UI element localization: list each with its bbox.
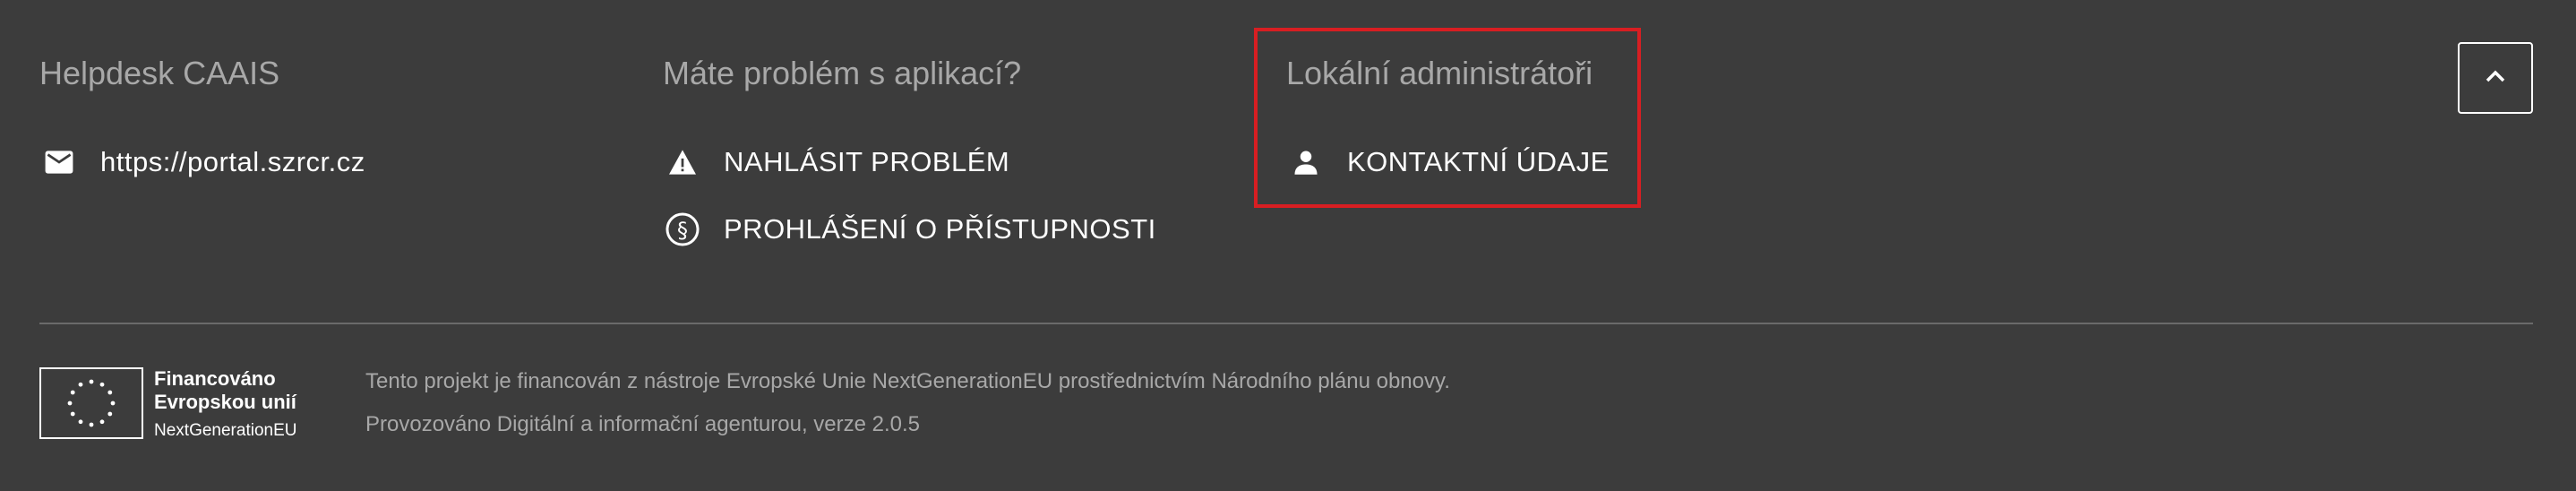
contact-details-link[interactable]: KONTAKTNÍ ÚDAJE bbox=[1288, 144, 1610, 180]
warning-icon bbox=[665, 144, 700, 180]
eu-star bbox=[70, 390, 75, 395]
operator-info: Provozováno Digitální a informační agent… bbox=[365, 412, 921, 436]
eu-logo-line3: NextGenerationEU bbox=[154, 421, 297, 440]
mail-icon bbox=[41, 144, 77, 180]
eu-logo-line2: Evropskou unií bbox=[154, 391, 296, 413]
eu-star bbox=[89, 422, 94, 427]
local-admins-title: Lokální administrátoři bbox=[1286, 55, 1593, 91]
person-icon bbox=[1288, 144, 1324, 180]
chevron-up-icon bbox=[2485, 69, 2506, 88]
eu-star bbox=[70, 411, 75, 417]
funding-info: Tento projekt je financován z nástroje E… bbox=[365, 369, 1450, 393]
helpdesk-title: Helpdesk CAAIS bbox=[39, 55, 280, 91]
page-footer: Helpdesk CAAIS https://portal.szrcr.cz M… bbox=[0, 0, 2576, 491]
eu-star bbox=[107, 411, 113, 417]
eu-funding-logo: Financováno Evropskou unií NextGeneratio… bbox=[39, 367, 296, 443]
eu-star bbox=[89, 379, 94, 384]
paragraph-icon: § bbox=[665, 211, 700, 247]
eu-star bbox=[110, 401, 116, 406]
eu-flag-icon bbox=[39, 367, 143, 439]
eu-star bbox=[99, 419, 105, 425]
eu-star bbox=[78, 419, 83, 425]
eu-logo-text: Financováno Evropskou unií NextGeneratio… bbox=[154, 367, 296, 443]
contact-details-label: KONTAKTNÍ ÚDAJE bbox=[1347, 146, 1610, 177]
report-problem-link[interactable]: NAHLÁSIT PROBLÉM bbox=[665, 144, 1009, 180]
helpdesk-portal-link[interactable]: https://portal.szrcr.cz bbox=[41, 144, 365, 180]
eu-star bbox=[107, 390, 113, 395]
eu-star bbox=[99, 382, 105, 387]
report-problem-label: NAHLÁSIT PROBLÉM bbox=[724, 146, 1010, 177]
scroll-top-button[interactable] bbox=[2458, 42, 2533, 114]
eu-star bbox=[67, 401, 73, 406]
accessibility-statement-label: PROHLÁŠENÍ O PŘÍSTUPNOSTI bbox=[724, 213, 1156, 245]
problem-title: Máte problém s aplikací? bbox=[663, 55, 1022, 91]
helpdesk-portal-label: https://portal.szrcr.cz bbox=[100, 146, 365, 177]
eu-star bbox=[78, 382, 83, 387]
accessibility-statement-link[interactable]: § PROHLÁŠENÍ O PŘÍSTUPNOSTI bbox=[665, 211, 1156, 247]
eu-logo-line1: Financováno bbox=[154, 367, 276, 390]
svg-text:§: § bbox=[677, 218, 688, 243]
footer-divider bbox=[39, 323, 2533, 324]
